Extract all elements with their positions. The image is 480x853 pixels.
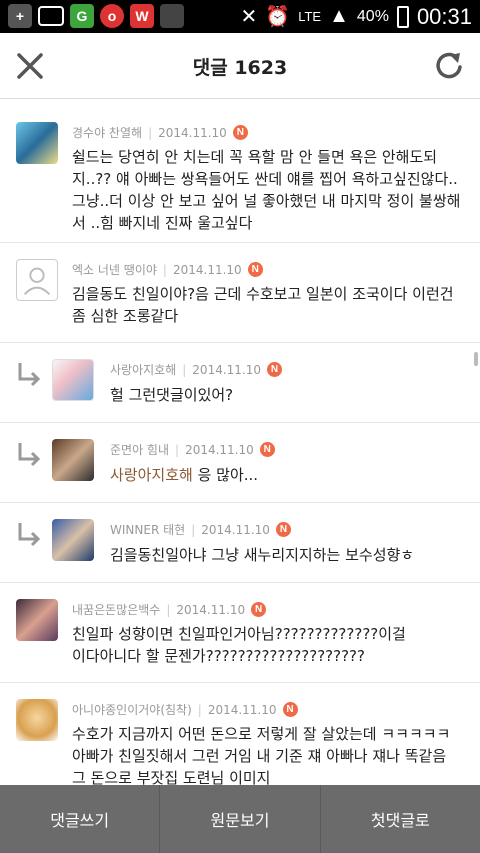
comment-list[interactable]: 경수야 찬열해 | 2014.11.10 N 쉴드는 당연히 안 치는데 꼭 욕… bbox=[0, 106, 480, 786]
red-w-app-icon: W bbox=[130, 4, 154, 28]
header-bar: 댓글 1623 bbox=[0, 33, 480, 99]
green-app-icon: G bbox=[70, 4, 94, 28]
comment-item[interactable]: 아니야종인이거야(침착) | 2014.11.10 N 수호가 지금까지 어떤 … bbox=[0, 683, 480, 786]
signal-icon: ▲ bbox=[329, 5, 349, 27]
divider: | bbox=[166, 602, 171, 617]
divider: | bbox=[162, 262, 167, 277]
comment-meta: WINNER 태현 | 2014.11.10 N bbox=[110, 521, 291, 538]
clock: 00:31 bbox=[416, 3, 472, 29]
notification-icons: + G o W bbox=[8, 4, 184, 28]
system-status: ✕ ⏰ LTE ▲ 40% 00:31 bbox=[241, 2, 472, 31]
avatar[interactable] bbox=[52, 359, 94, 401]
comment-date: 2014.11.10 bbox=[207, 702, 277, 717]
mute-icon: ✕ bbox=[240, 6, 258, 28]
comment-meta: 사랑아지호해 | 2014.11.10 N bbox=[110, 361, 283, 378]
comment-text: 김을동도 친일이야?음 근데 수호보고 일본이 조국이다 이런건 좀 심한 조롱… bbox=[72, 285, 454, 325]
status-bar: + G o W ✕ ⏰ LTE ▲ 40% 00:31 bbox=[0, 0, 480, 33]
reply-item[interactable]: WINNER 태현 | 2014.11.10 N 김을동친일아냐 그냥 새누리지… bbox=[0, 503, 480, 583]
reply-arrow-icon bbox=[18, 523, 41, 547]
divider: | bbox=[191, 522, 196, 537]
plus-notification-icon: + bbox=[8, 4, 32, 28]
comment-text: 사랑아지호해 응 많아... bbox=[110, 464, 460, 486]
comment-text: 수호가 지금까지 어떤 돈으로 저렇게 잘 살았는데 ㅋㅋㅋㅋㅋ 아빠가 친일짓… bbox=[72, 725, 451, 786]
comment-text: 헐 그런댓글이있어? bbox=[110, 386, 234, 404]
author-name[interactable]: 엑소 너넨 땡이야 bbox=[72, 261, 157, 278]
comment-text: 쉴드는 당연히 안 치는데 꼭 욕할 맘 안 들면 욕은 안해도되지..?? 얘… bbox=[72, 148, 461, 232]
page-title: 댓글 1623 bbox=[192, 57, 288, 79]
author-name[interactable]: 사랑아지호해 bbox=[110, 361, 176, 378]
comment-date: 2014.11.10 bbox=[176, 602, 246, 617]
new-badge: N bbox=[247, 262, 263, 277]
new-badge: N bbox=[232, 125, 248, 140]
reply-item[interactable]: 사랑아지호해 | 2014.11.10 N 헐 그런댓글이있어? bbox=[0, 343, 480, 423]
comment-meta: 경수야 찬열해 | 2014.11.10 N bbox=[72, 124, 248, 141]
author-name[interactable]: 준면아 힘내 bbox=[110, 441, 169, 458]
new-badge: N bbox=[259, 442, 275, 457]
comment-item[interactable]: 경수야 찬열해 | 2014.11.10 N 쉴드는 당연히 안 치는데 꼭 욕… bbox=[0, 106, 480, 243]
comment-item[interactable]: 내꿈은돈많은백수 | 2014.11.10 N 친일파 성향이면 친일파인거아님… bbox=[0, 583, 480, 683]
reply-arrow-icon bbox=[18, 363, 41, 387]
reply-item[interactable]: 준면아 힘내 | 2014.11.10 N 사랑아지호해 응 많아... bbox=[0, 423, 480, 503]
view-original-button[interactable]: 원문보기 bbox=[160, 785, 321, 853]
comment-meta: 엑소 너넨 땡이야 | 2014.11.10 N bbox=[72, 261, 263, 278]
new-badge: N bbox=[282, 702, 298, 717]
comment-meta: 준면아 힘내 | 2014.11.10 N bbox=[110, 441, 275, 458]
comment-date: 2014.11.10 bbox=[192, 362, 262, 377]
reply-arrow-icon bbox=[18, 443, 41, 467]
avatar[interactable] bbox=[52, 439, 94, 481]
battery-percent: 40% bbox=[356, 7, 389, 25]
mail-icon bbox=[38, 6, 64, 26]
lte-label: LTE bbox=[298, 9, 322, 24]
mention-link[interactable]: 사랑아지호해 bbox=[110, 466, 193, 484]
default-user-icon bbox=[23, 267, 51, 295]
comment-date: 2014.11.10 bbox=[158, 125, 227, 140]
divider: | bbox=[148, 125, 153, 140]
comment-item[interactable]: 엑소 너넨 땡이야 | 2014.11.10 N 김을동도 친일이야?음 근데 … bbox=[0, 243, 480, 343]
new-badge: N bbox=[267, 362, 283, 377]
comment-text: 김을동친일아냐 그냥 새누리지지하는 보수성향ㅎ bbox=[110, 546, 415, 564]
comment-date: 2014.11.10 bbox=[201, 522, 270, 537]
red-circle-app-icon: o bbox=[100, 4, 124, 28]
divider: | bbox=[182, 362, 187, 377]
divider: | bbox=[197, 702, 202, 717]
avatar[interactable] bbox=[16, 599, 58, 641]
new-badge: N bbox=[275, 522, 291, 537]
author-name[interactable]: 아니야종인이거야(침착) bbox=[72, 701, 192, 718]
comment-date: 2014.11.10 bbox=[185, 442, 254, 457]
battery-icon bbox=[396, 5, 409, 28]
scrollbar[interactable] bbox=[474, 352, 478, 366]
avatar[interactable] bbox=[16, 699, 58, 741]
first-comment-button[interactable]: 첫댓글로 bbox=[321, 785, 480, 853]
gallery-icon bbox=[160, 4, 184, 28]
avatar[interactable] bbox=[52, 519, 94, 561]
comment-text: 친일파 성향이면 친일파인거아님?????????????이걸 이다아니다 할 … bbox=[72, 625, 406, 665]
avatar[interactable] bbox=[16, 259, 58, 301]
author-name[interactable]: 경수야 찬열해 bbox=[72, 124, 142, 141]
write-comment-button[interactable]: 댓글쓰기 bbox=[0, 785, 161, 853]
author-name[interactable]: WINNER 태현 bbox=[110, 521, 185, 538]
comment-date: 2014.11.10 bbox=[172, 262, 242, 277]
refresh-icon[interactable] bbox=[434, 49, 464, 81]
avatar[interactable] bbox=[16, 122, 58, 164]
comment-meta: 내꿈은돈많은백수 | 2014.11.10 N bbox=[72, 601, 267, 618]
comment-meta: 아니야종인이거야(침착) | 2014.11.10 N bbox=[72, 701, 298, 718]
author-name[interactable]: 내꿈은돈많은백수 bbox=[72, 601, 160, 618]
bottom-action-bar: 댓글쓰기 원문보기 첫댓글로 bbox=[0, 785, 480, 853]
alarm-icon: ⏰ bbox=[265, 6, 291, 28]
new-badge: N bbox=[251, 602, 267, 617]
divider: | bbox=[175, 442, 180, 457]
reply-body: 응 많아... bbox=[192, 466, 259, 484]
